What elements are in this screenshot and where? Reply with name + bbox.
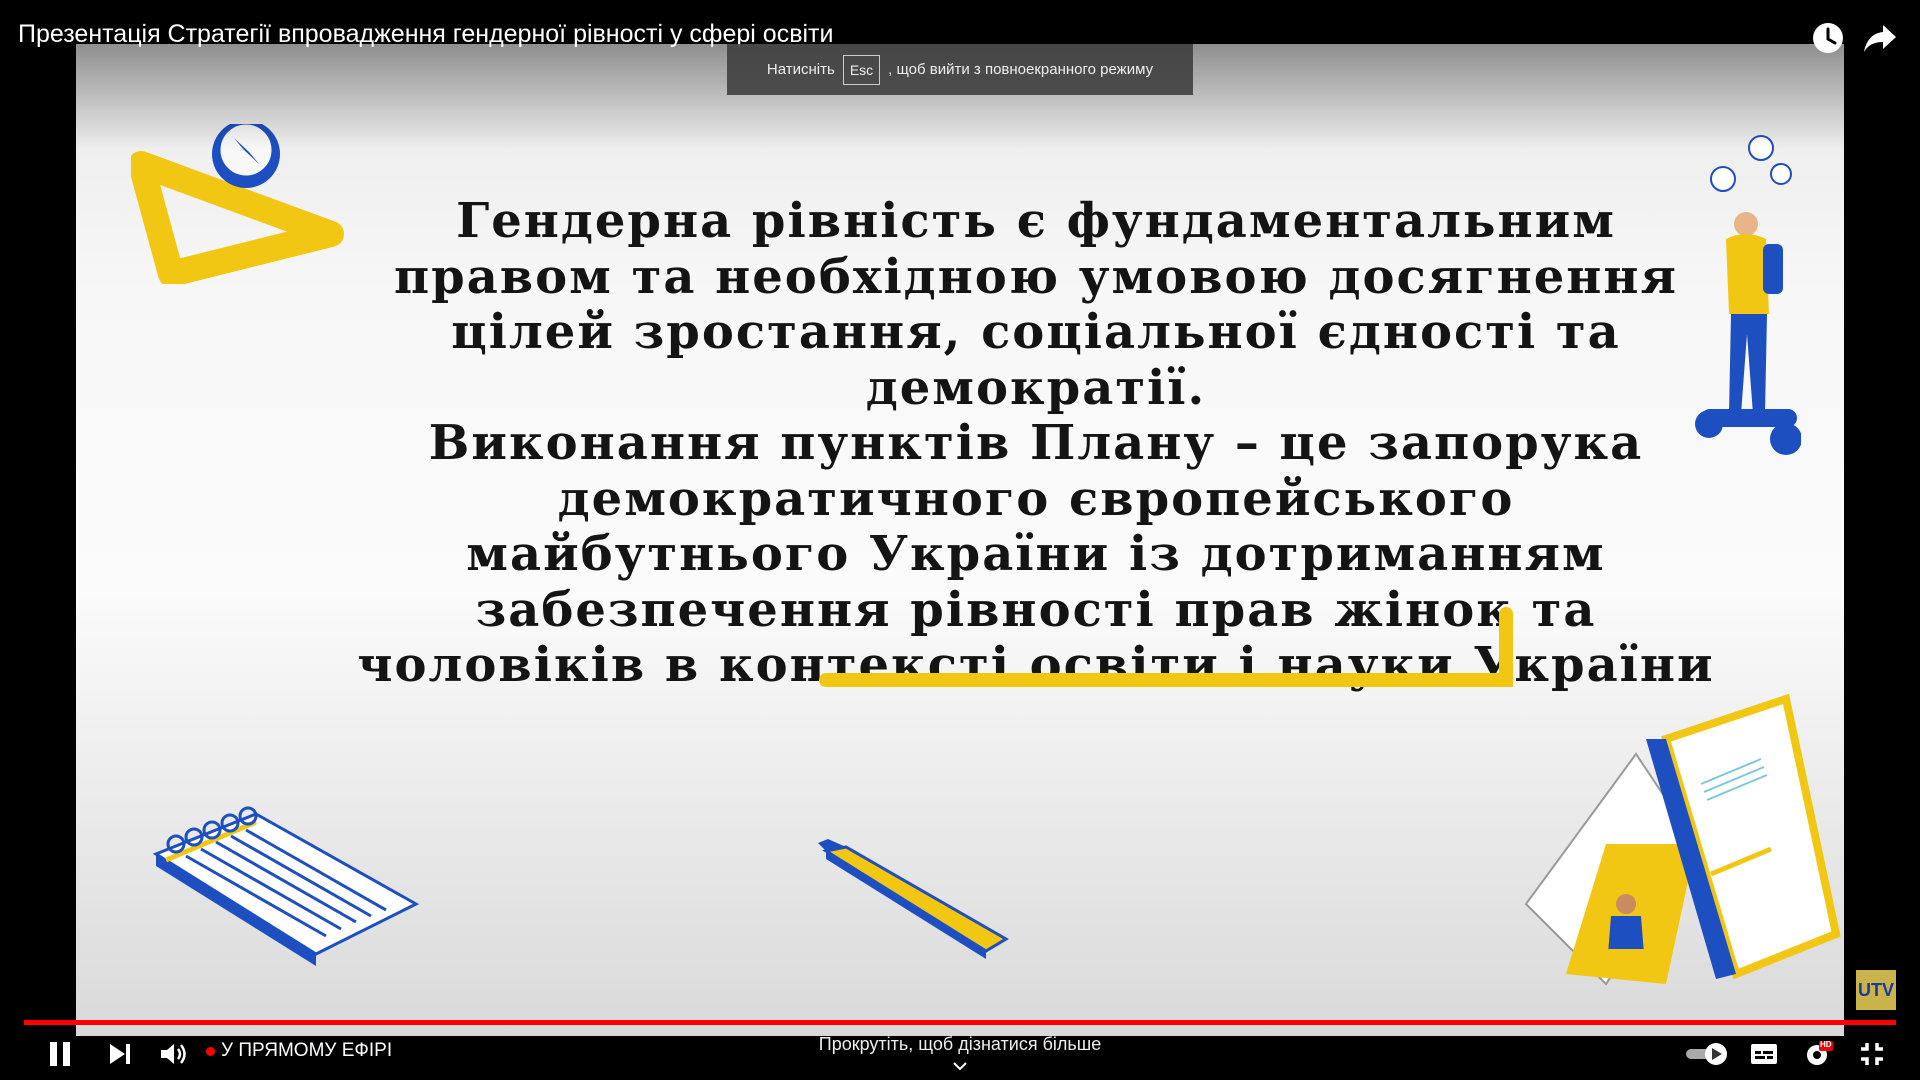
toast-text-after: , щоб вийти з повноекранного режиму: [888, 61, 1154, 78]
chevron-down-icon: [953, 1062, 967, 1071]
notepad-illustration: [152, 806, 420, 966]
watch-later-icon: [1813, 23, 1843, 53]
underline-bracket-decoration: [819, 607, 1513, 687]
video-title[interactable]: Презентація Стратегії впровадження генде…: [18, 20, 833, 49]
share-icon: [1864, 25, 1896, 52]
esc-key-badge: Esc: [842, 54, 881, 85]
highlighter-illustration: [818, 839, 1009, 959]
watch-later-button[interactable]: [1808, 18, 1848, 58]
book-reader-illustration: [1524, 693, 1841, 986]
video-frame[interactable]: Гендерна рівність є фундаментальним прав…: [76, 44, 1844, 1036]
channel-watermark[interactable]: UTV: [1856, 970, 1896, 1010]
progress-bar[interactable]: [24, 1020, 1896, 1025]
scroll-hint[interactable]: Прокрутіть, щоб дізнатися більше: [0, 1034, 1920, 1076]
toast-text-before: Натисніть: [766, 61, 835, 78]
share-button[interactable]: [1860, 18, 1900, 58]
fullscreen-exit-toast: Натисніть Esc , щоб вийти з повноекранно…: [727, 44, 1193, 95]
person-hoverboard-illustration: [1695, 135, 1801, 455]
scroll-hint-text: Прокрутіть, щоб дізнатися більше: [818, 1034, 1102, 1054]
